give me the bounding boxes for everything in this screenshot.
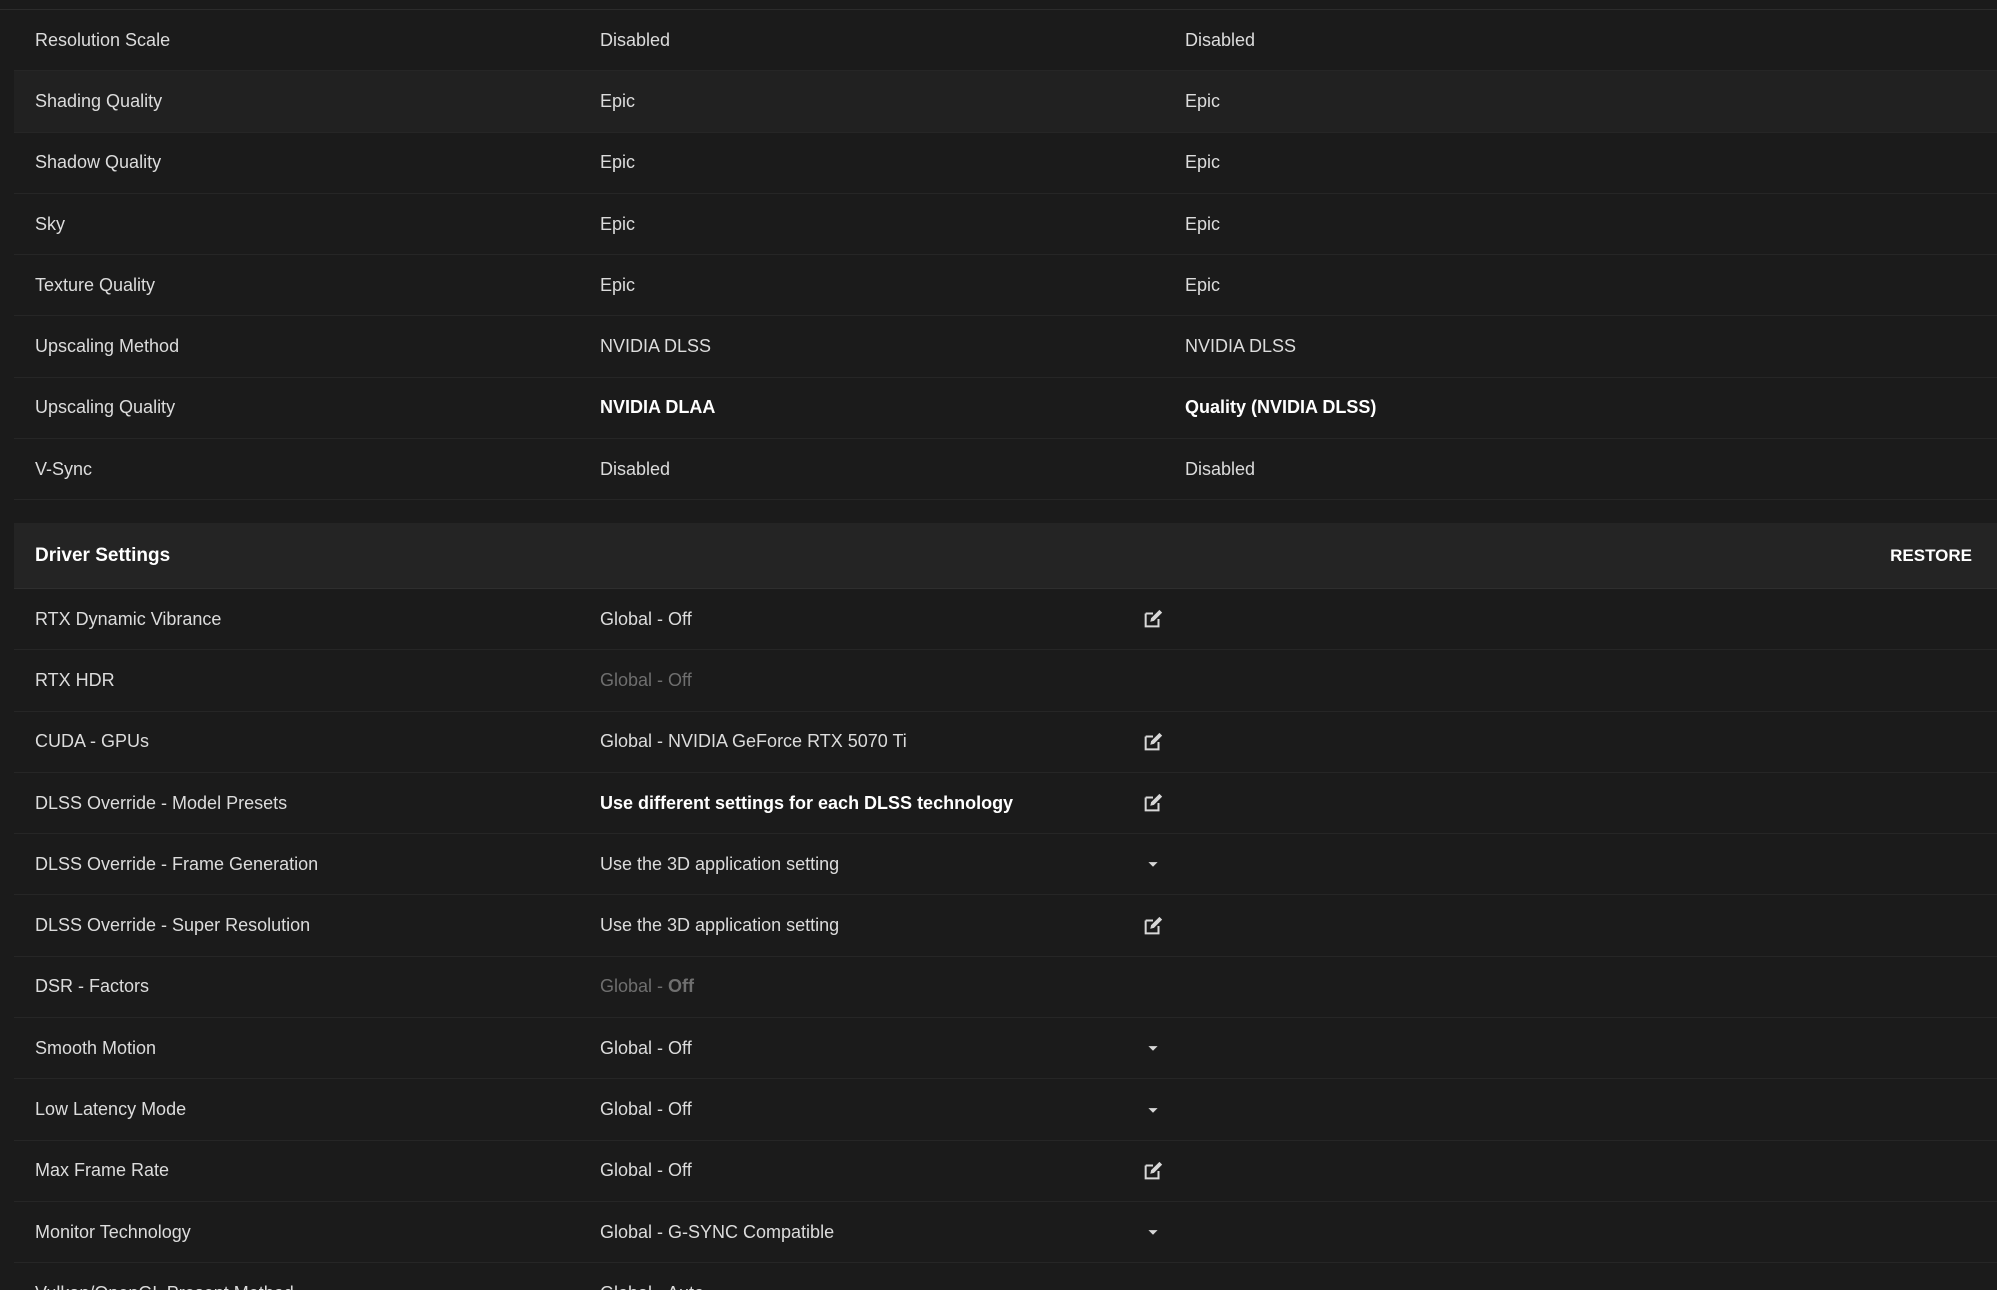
table-row: Upscaling Quality NVIDIA DLAA Quality (N… xyxy=(14,378,1997,440)
edit-icon[interactable] xyxy=(1142,915,1164,937)
table-row: CUDA - GPUs Global - NVIDIA GeForce RTX … xyxy=(14,712,1997,773)
optimal-value: Quality (NVIDIA DLSS) xyxy=(1185,397,1377,418)
setting-name: Vulkan/OpenGL Present Method xyxy=(35,1263,294,1290)
value-suffix: Off xyxy=(668,976,695,997)
setting-name: CUDA - GPUs xyxy=(35,731,150,752)
driver-settings-table: RTX Dynamic Vibrance Global - Off RTX HD… xyxy=(14,589,1997,1290)
setting-name: Upscaling Quality xyxy=(35,397,176,418)
edit-icon[interactable] xyxy=(1142,792,1164,814)
setting-name: RTX Dynamic Vibrance xyxy=(35,608,222,629)
table-row: DLSS Override - Frame Generation Use the… xyxy=(14,834,1997,896)
setting-value: Global - NVIDIA GeForce RTX 5070 Ti xyxy=(600,731,907,752)
setting-name: DLSS Override - Super Resolution xyxy=(35,915,311,936)
edit-button[interactable] xyxy=(1138,1141,1168,1201)
setting-name: Smooth Motion xyxy=(35,1037,157,1058)
table-row: Shadow Quality Epic Epic xyxy=(14,133,1997,194)
current-value: Disabled xyxy=(600,29,671,50)
optimal-value: Epic xyxy=(1185,274,1221,295)
edit-icon[interactable] xyxy=(1142,1160,1164,1182)
chevron-down-icon[interactable] xyxy=(1142,853,1164,875)
section-title: Driver Settings xyxy=(35,544,171,566)
edit-button[interactable] xyxy=(1138,895,1168,955)
chevron-down-icon[interactable] xyxy=(1142,1099,1164,1121)
setting-name: RTX HDR xyxy=(35,669,115,690)
current-value: Epic xyxy=(600,152,636,173)
table-row: Resolution Scale Disabled Disabled xyxy=(14,10,1997,72)
chevron-down-icon[interactable] xyxy=(1142,1037,1164,1059)
setting-value: Global - Off xyxy=(600,608,692,629)
driver-settings-header: Driver Settings RESTORE xyxy=(14,523,1997,589)
table-row: RTX HDR Global - Off xyxy=(14,650,1997,712)
settings-page: Resolution Scale Disabled Disabled Shadi… xyxy=(0,0,1997,1290)
setting-name: DLSS Override - Model Presets xyxy=(35,792,288,813)
edit-button[interactable] xyxy=(1138,712,1168,772)
table-row: DSR - Factors Global - Off xyxy=(14,957,1997,1019)
setting-name: Texture Quality xyxy=(35,274,156,295)
setting-value: Global - Off xyxy=(600,1037,692,1058)
dropdown-toggle[interactable] xyxy=(1138,1202,1168,1262)
table-row: Upscaling Method NVIDIA DLSS NVIDIA DLSS xyxy=(14,316,1997,378)
edit-button[interactable] xyxy=(1138,589,1168,649)
current-value: NVIDIA DLAA xyxy=(600,397,716,418)
setting-name: V-Sync xyxy=(35,458,93,479)
setting-value: Global - G-SYNC Compatible xyxy=(600,1221,835,1242)
current-value: Epic xyxy=(600,213,636,234)
current-value: Epic xyxy=(600,274,636,295)
setting-name: DSR - Factors xyxy=(35,976,150,997)
game-settings-table: Resolution Scale Disabled Disabled Shadi… xyxy=(14,10,1997,501)
edit-button[interactable] xyxy=(1138,773,1168,833)
table-row: Smooth Motion Global - Off xyxy=(14,1018,1997,1080)
chevron-down-icon[interactable] xyxy=(1142,1221,1164,1243)
setting-name: Upscaling Method xyxy=(35,336,180,357)
table-row: Vulkan/OpenGL Present Method Global - Au… xyxy=(14,1263,1997,1290)
table-row: RTX Dynamic Vibrance Global - Off xyxy=(14,589,1997,651)
setting-value: Use the 3D application setting xyxy=(600,915,840,936)
optimal-value: Disabled xyxy=(1185,29,1256,50)
setting-value: Use different settings for each DLSS tec… xyxy=(600,792,1014,813)
dropdown-toggle[interactable] xyxy=(1138,834,1168,894)
current-value: Epic xyxy=(600,90,636,111)
setting-name: DLSS Override - Frame Generation xyxy=(35,853,319,874)
table-row: Shading Quality Epic Epic xyxy=(14,71,1997,133)
setting-name: Max Frame Rate xyxy=(35,1160,170,1181)
table-row: Texture Quality Epic Epic xyxy=(14,255,1997,317)
table-row: Sky Epic Epic xyxy=(14,194,1997,256)
setting-name: Shading Quality xyxy=(35,90,163,111)
optimal-value: Epic xyxy=(1185,90,1221,111)
table-row: DLSS Override - Super Resolution Use the… xyxy=(14,895,1997,957)
optimal-value: Epic xyxy=(1185,213,1221,234)
table-row: DLSS Override - Model Presets Use differ… xyxy=(14,773,1997,835)
setting-value: Global - Auto xyxy=(600,1263,704,1290)
setting-name: Monitor Technology xyxy=(35,1221,191,1242)
setting-value: Global - Off xyxy=(600,957,694,1017)
edit-icon[interactable] xyxy=(1142,731,1164,753)
setting-name: Shadow Quality xyxy=(35,152,162,173)
restore-button[interactable]: RESTORE xyxy=(1890,523,1972,588)
edit-icon[interactable] xyxy=(1142,608,1164,630)
setting-value: Global - Off xyxy=(600,1160,692,1181)
value-prefix: Global - xyxy=(600,976,669,997)
setting-value: Global - Off xyxy=(600,1099,692,1120)
optimal-value: NVIDIA DLSS xyxy=(1185,336,1297,357)
table-row: Monitor Technology Global - G-SYNC Compa… xyxy=(14,1202,1997,1264)
optimal-value: Disabled xyxy=(1185,458,1256,479)
dropdown-toggle[interactable] xyxy=(1138,1018,1168,1078)
table-row: Max Frame Rate Global - Off xyxy=(14,1141,1997,1202)
optimal-value: Epic xyxy=(1185,152,1221,173)
setting-value: Use the 3D application setting xyxy=(600,853,840,874)
table-row: Low Latency Mode Global - Off xyxy=(14,1079,1997,1141)
setting-name: Resolution Scale xyxy=(35,29,171,50)
current-value: Disabled xyxy=(600,458,671,479)
dropdown-toggle[interactable] xyxy=(1138,1079,1168,1139)
table-row: V-Sync Disabled Disabled xyxy=(14,439,1997,501)
setting-name: Sky xyxy=(35,213,66,234)
setting-name: Low Latency Mode xyxy=(35,1099,187,1120)
setting-value: Global - Off xyxy=(600,669,692,690)
current-value: NVIDIA DLSS xyxy=(600,336,712,357)
